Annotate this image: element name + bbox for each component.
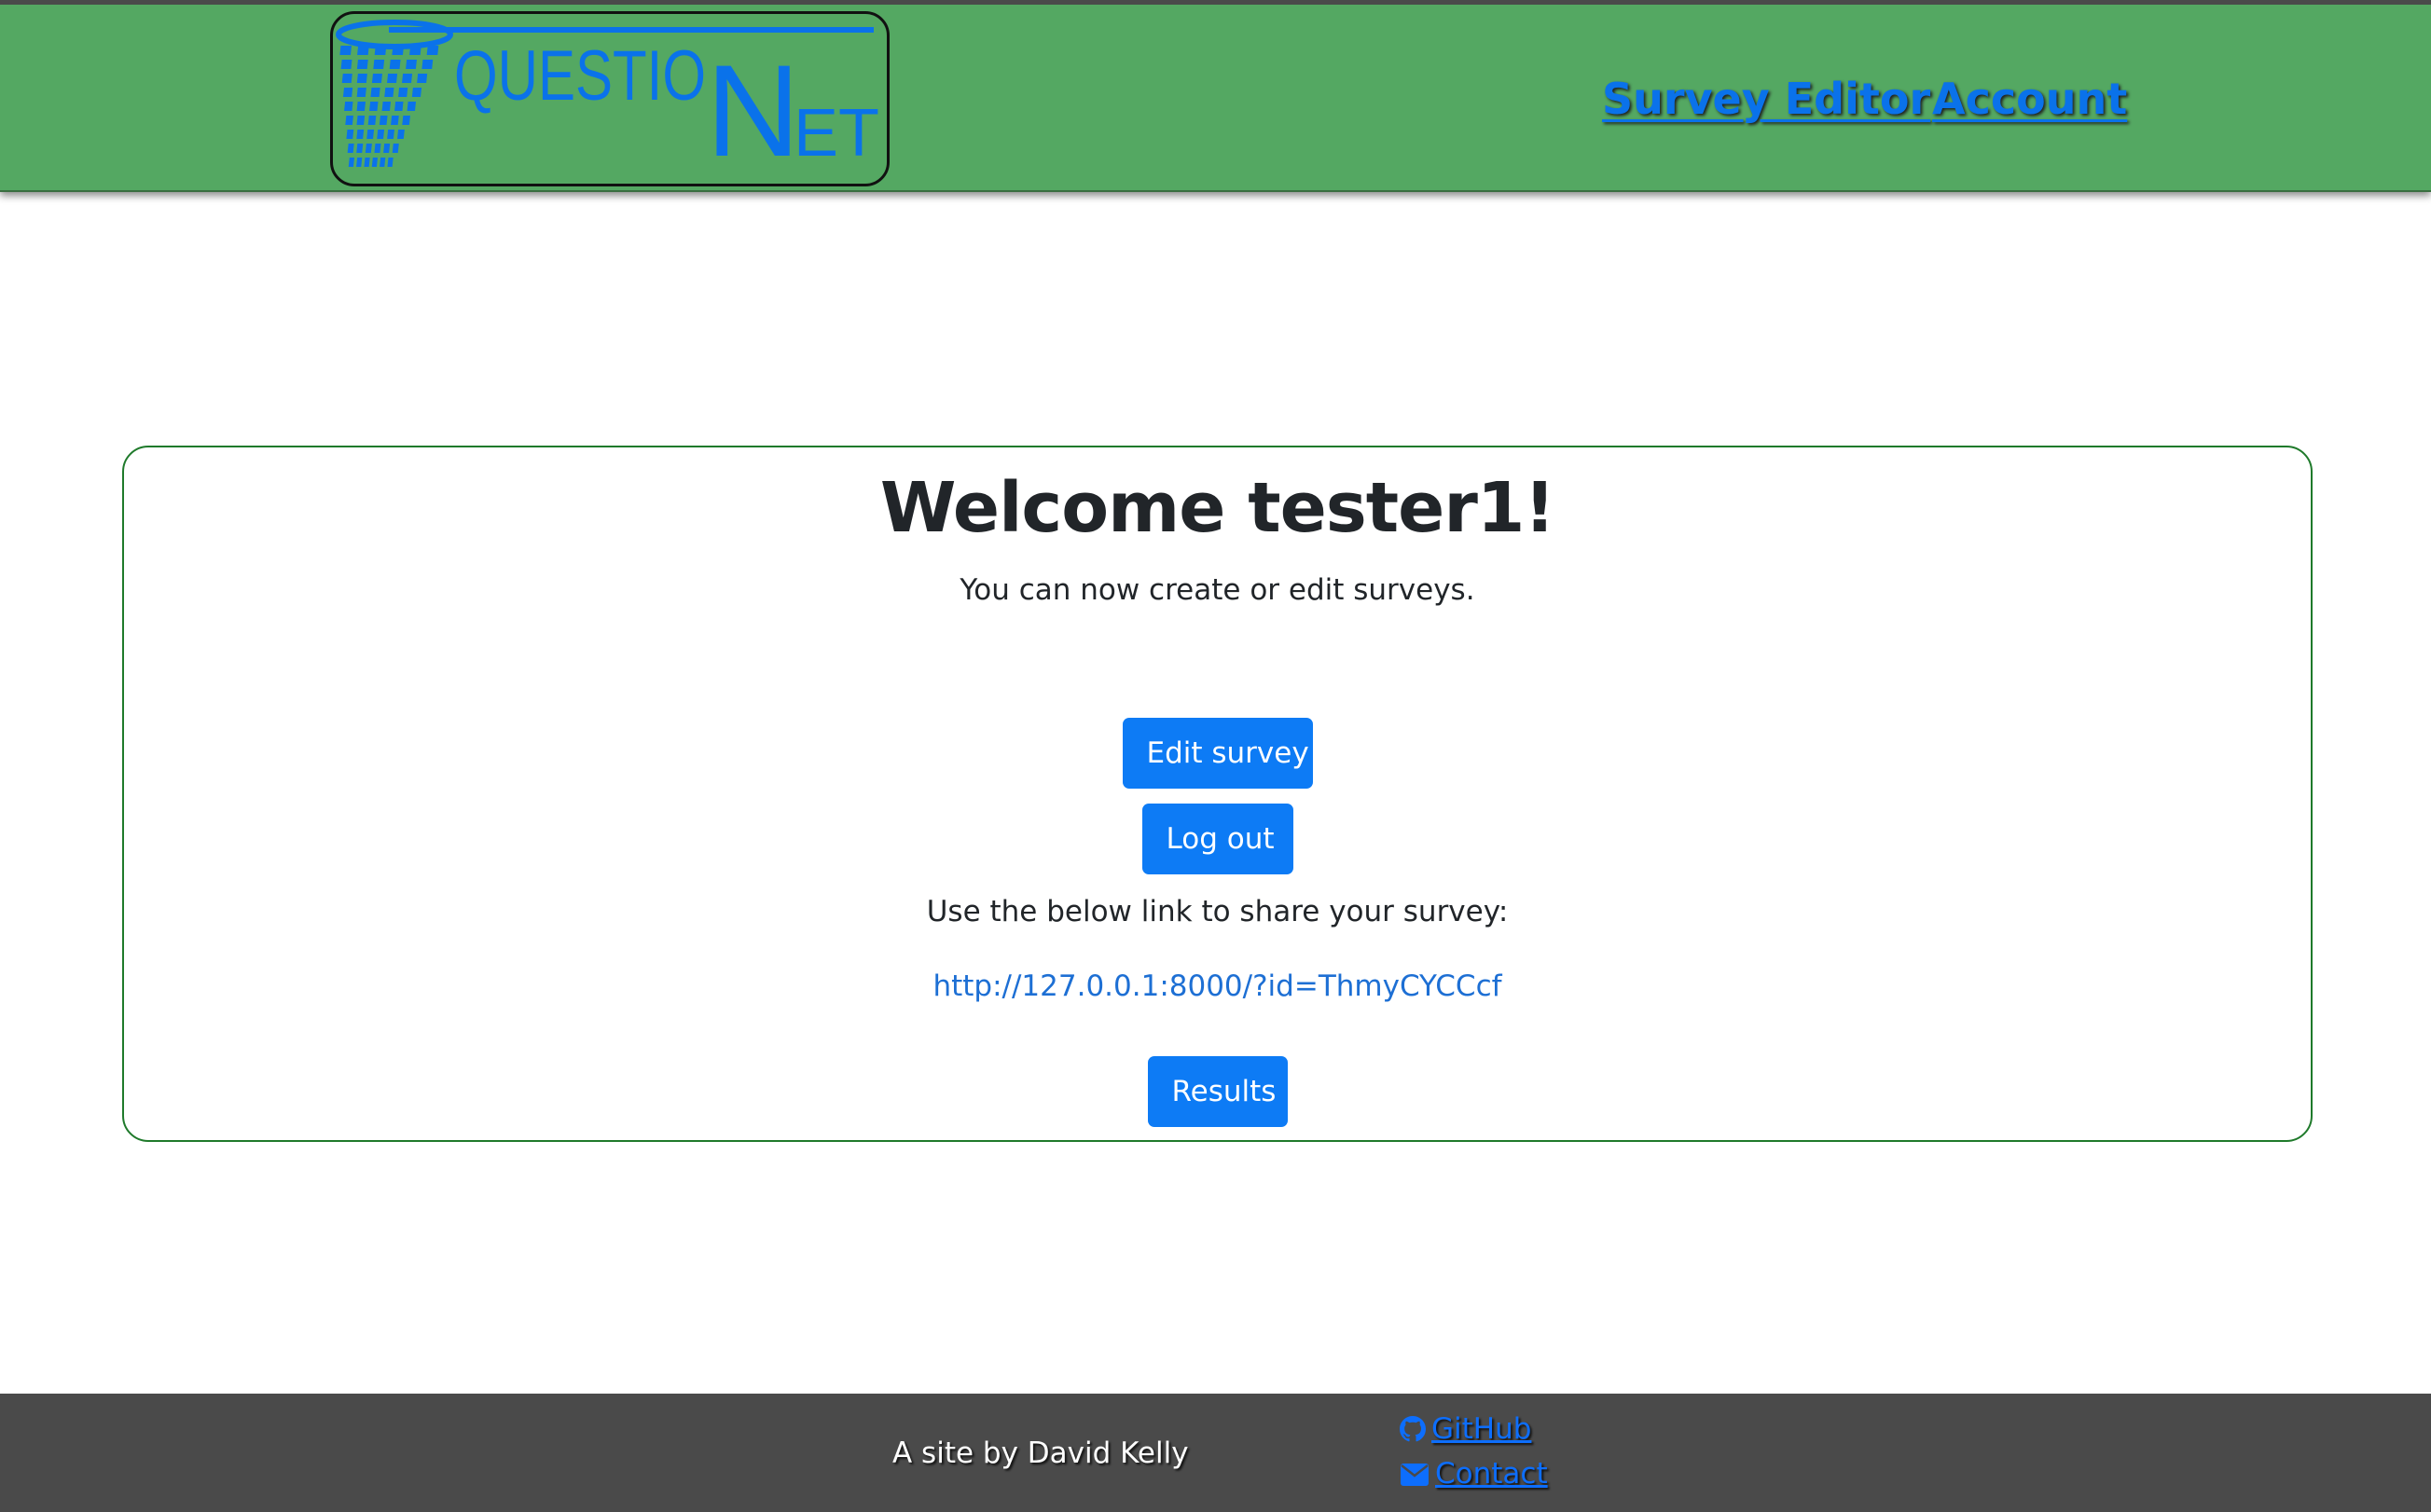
net-mesh-cell — [380, 158, 386, 167]
net-mesh-cell — [397, 130, 405, 139]
net-mesh-cell — [392, 144, 399, 153]
net-mesh-cell — [344, 102, 353, 111]
net-mesh-cell — [370, 88, 380, 97]
net-mesh-cell — [379, 116, 388, 125]
net-mesh-cell — [398, 88, 408, 97]
log-out-button[interactable]: Log out — [1141, 804, 1293, 874]
net-mesh-cell — [371, 158, 379, 167]
logo-text-et: ET — [794, 96, 879, 171]
nav-survey-editor[interactable]: Survey Editor — [1602, 74, 1930, 124]
net-mesh-cell — [387, 74, 398, 83]
envelope-icon — [1400, 1461, 1430, 1494]
net-mesh-cell — [381, 102, 392, 111]
net-mesh-cell — [387, 158, 394, 167]
edit-survey-button[interactable]: Edit survey — [1122, 718, 1313, 789]
net-mesh-cell — [342, 88, 353, 97]
net-mesh-cell — [421, 60, 434, 69]
net-mesh-cell — [373, 60, 385, 69]
net-mesh-cell — [389, 60, 401, 69]
logo-text-n: N — [706, 37, 800, 184]
net-mesh-cell — [356, 130, 365, 139]
net-mesh-cell — [348, 158, 355, 167]
net-mesh-cell — [347, 144, 354, 153]
logo-graphic: QUESTIO N ET — [336, 20, 879, 184]
net-mesh-cell — [365, 144, 372, 153]
footer-contact-link[interactable]: Contact — [1400, 1457, 1548, 1494]
footer: A site by David Kelly GitHub Contact — [0, 1394, 2431, 1512]
net-mesh-cell — [367, 116, 377, 125]
net-mesh-cell — [391, 116, 399, 125]
net-mesh-cell — [339, 46, 352, 55]
net-mesh-cell — [387, 130, 394, 139]
github-label[interactable]: GitHub — [1431, 1412, 1531, 1446]
welcome-card: Welcome tester1! You can now create or e… — [122, 446, 2313, 1142]
net-mesh-cell — [356, 74, 367, 83]
net-mesh-cell — [356, 102, 366, 111]
contact-label[interactable]: Contact — [1435, 1457, 1548, 1491]
net-mesh-cell — [345, 116, 353, 125]
net-mesh-cell — [392, 46, 405, 55]
footer-github-link[interactable]: GitHub — [1400, 1412, 1531, 1450]
github-icon — [1400, 1416, 1426, 1450]
net-mesh-cell — [369, 102, 379, 111]
logo-text-question: QUESTIO — [454, 36, 706, 116]
net-mesh-cell — [356, 88, 366, 97]
footer-credit: A site by David Kelly — [892, 1436, 1189, 1470]
net-mesh-cell — [411, 88, 422, 97]
net-mesh-cell — [383, 144, 391, 153]
share-survey-link[interactable]: http://127.0.0.1:8000/?id=ThmyCYCCcf — [124, 969, 2311, 1003]
questionnet-logo[interactable]: QUESTIO N ET — [330, 11, 890, 186]
net-mesh-cell — [426, 46, 439, 55]
net-mesh-cell — [357, 46, 369, 55]
top-navbar: QUESTIO N ET Survey Editor Account — [0, 0, 2431, 192]
share-link-text[interactable]: http://127.0.0.1:8000/?id=ThmyCYCCcf — [932, 969, 1501, 1003]
net-mesh-cell — [346, 130, 354, 139]
nav-account[interactable]: Account — [1932, 74, 2127, 124]
net-mesh-cell — [371, 74, 382, 83]
net-mesh-cell — [356, 144, 364, 153]
net-mesh-cell — [409, 46, 421, 55]
page: QUESTIO N ET Survey Editor Account Welco… — [0, 0, 2431, 1512]
net-mesh-cell — [356, 116, 366, 125]
net-mesh-cell — [356, 158, 363, 167]
share-instructions: Use the below link to share your survey: — [926, 895, 1509, 928]
net-mesh-cell — [406, 60, 417, 69]
net-mesh-cell — [374, 46, 387, 55]
net-mesh-cell — [377, 130, 385, 139]
net-mesh-cell — [402, 116, 410, 125]
net-mesh-cell — [356, 60, 368, 69]
net-mesh-cell — [366, 130, 375, 139]
net-mesh-cell — [384, 88, 394, 97]
net-mesh-cell — [374, 144, 381, 153]
net-mesh-cell — [394, 102, 404, 111]
page-title: Welcome tester1! — [879, 468, 1555, 548]
net-mesh-cell — [407, 102, 417, 111]
net-mesh-cell — [417, 74, 428, 83]
net-mesh-cell — [364, 158, 370, 167]
net-icon — [339, 46, 439, 167]
welcome-subtitle: You can now create or edit surveys. — [960, 573, 1475, 607]
results-button[interactable]: Results — [1147, 1056, 1288, 1127]
net-mesh-cell — [402, 74, 413, 83]
net-mesh-cell — [341, 74, 352, 83]
net-mesh-cell — [340, 60, 352, 69]
